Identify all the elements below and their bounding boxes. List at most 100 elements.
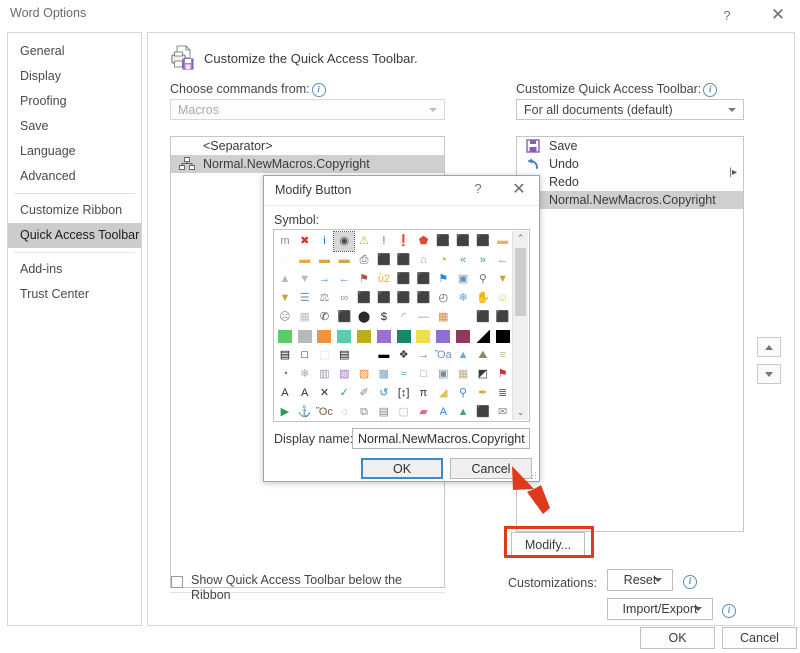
list-item[interactable]: <Separator> xyxy=(171,137,444,155)
symbol-cell[interactable]: ≣ xyxy=(493,384,513,403)
list-item[interactable]: Redo xyxy=(517,173,743,191)
sidebar-item-proofing[interactable]: Proofing xyxy=(8,89,141,114)
move-up-button[interactable] xyxy=(757,337,781,357)
list-item[interactable]: Undo xyxy=(517,155,743,173)
symbol-cell[interactable] xyxy=(354,327,374,346)
sidebar-item-advanced[interactable]: Advanced xyxy=(8,164,141,189)
symbol-cell[interactable]: ◉ xyxy=(334,232,354,251)
symbol-cell[interactable]: ≡ xyxy=(493,346,513,365)
symbol-cell[interactable]: ⬛ xyxy=(493,308,513,327)
symbol-cell[interactable]: ▨ xyxy=(354,365,374,384)
sidebar-item-save[interactable]: Save xyxy=(8,114,141,139)
symbol-cell[interactable]: « xyxy=(453,251,473,270)
symbol-cell[interactable]: □ xyxy=(354,346,374,365)
close-button[interactable]: ✕ xyxy=(758,0,798,30)
symbol-grid[interactable]: m✖i◉⚠!❗⬟⬛⬛⬛▬□▬▬▬⎙⬛⬛⌂◔«»←▲▼→←⚑ὑ2⬛⬛⚑▣⚲▼▼☰⚖… xyxy=(273,229,530,422)
symbol-cell[interactable]: ☺ xyxy=(493,289,513,308)
symbol-cell[interactable]: ὑ2 xyxy=(374,270,394,289)
symbol-cell[interactable]: ✕ xyxy=(315,384,335,403)
dialog-ok-button[interactable]: OK xyxy=(361,458,443,479)
symbol-cell[interactable]: ✆ xyxy=(315,308,335,327)
symbol-cell[interactable]: ⬛ xyxy=(473,308,493,327)
symbol-grid-cells[interactable]: m✖i◉⚠!❗⬟⬛⬛⬛▬□▬▬▬⎙⬛⬛⌂◔«»←▲▼→←⚑ὑ2⬛⬛⚑▣⚲▼▼☰⚖… xyxy=(275,232,513,422)
symbol-cell[interactable] xyxy=(295,327,315,346)
symbol-cell[interactable]: ⬛ xyxy=(414,270,434,289)
symbol-cell[interactable]: ⚠ xyxy=(354,232,374,251)
symbol-cell[interactable]: ▬ xyxy=(334,251,354,270)
symbol-cell[interactable]: ▼ xyxy=(493,270,513,289)
symbol-cell[interactable]: ▼ xyxy=(295,270,315,289)
ok-button[interactable]: OK xyxy=(640,627,715,649)
scroll-down-button[interactable]: ⌄ xyxy=(513,405,528,420)
symbol-cell[interactable]: π xyxy=(414,384,434,403)
choose-commands-combo[interactable]: Macros xyxy=(170,99,445,120)
symbol-cell[interactable]: ▩ xyxy=(374,365,394,384)
sidebar-item-trust-center[interactable]: Trust Center xyxy=(8,282,141,307)
symbol-cell[interactable]: ⚲ xyxy=(453,384,473,403)
symbol-cell[interactable]: ⚑ xyxy=(433,270,453,289)
symbol-cell[interactable]: ▦ xyxy=(433,308,453,327)
list-item[interactable]: Normal.NewMacros.Copyright xyxy=(171,155,444,173)
symbol-cell[interactable] xyxy=(315,327,335,346)
symbol-cell[interactable]: Ὄa xyxy=(433,346,453,365)
symbol-cell[interactable]: ⛰ xyxy=(473,346,493,365)
symbol-cell[interactable]: ▦ xyxy=(453,365,473,384)
symbol-cell[interactable]: ⬛ xyxy=(374,289,394,308)
symbol-cell[interactable] xyxy=(394,327,414,346)
symbol-cell[interactable]: ⬛ xyxy=(394,270,414,289)
symbol-cell[interactable]: ▬ xyxy=(315,251,335,270)
sidebar-item-customize-ribbon[interactable]: Customize Ribbon xyxy=(8,198,141,223)
symbol-cell[interactable]: ⬛ xyxy=(473,232,493,251)
symbol-cell[interactable]: ✉ xyxy=(493,403,513,422)
symbol-cell[interactable]: ↺ xyxy=(374,384,394,403)
symbol-cell[interactable]: ◔ xyxy=(275,365,295,384)
symbol-cell[interactable]: ⬟ xyxy=(414,232,434,251)
list-item[interactable]: Normal.NewMacros.Copyright xyxy=(517,191,743,209)
info-icon-reset[interactable]: i xyxy=(683,575,697,589)
symbol-cell[interactable]: ⬛ xyxy=(473,403,493,422)
symbol-cell[interactable]: ▲ xyxy=(453,346,473,365)
info-icon-right[interactable]: i xyxy=(703,83,717,97)
symbol-cell[interactable]: ▢ xyxy=(394,403,414,422)
customize-qat-combo[interactable]: For all documents (default) xyxy=(516,99,744,120)
resize-grip[interactable] xyxy=(529,472,537,480)
symbol-cell[interactable]: ◌ xyxy=(334,403,354,422)
symbol-cell[interactable]: ◢ xyxy=(433,384,453,403)
info-icon-left[interactable]: i xyxy=(312,83,326,97)
symbol-cell[interactable]: ▲ xyxy=(453,403,473,422)
scrollbar-thumb[interactable] xyxy=(515,248,526,316)
symbol-cell[interactable]: ✒ xyxy=(473,384,493,403)
symbol-cell[interactable]: ❄ xyxy=(453,289,473,308)
symbol-cell[interactable]: A xyxy=(295,384,315,403)
symbol-cell[interactable] xyxy=(275,327,295,346)
symbol-cell[interactable]: □ xyxy=(295,346,315,365)
symbol-cell[interactable]: i xyxy=(315,232,335,251)
qat-commands-list[interactable]: Save Undo Redo xyxy=(516,136,744,532)
symbol-cell[interactable]: ▬ xyxy=(493,232,513,251)
symbol-cell[interactable]: ⬛ xyxy=(354,289,374,308)
symbol-cell[interactable] xyxy=(414,327,434,346)
display-name-input[interactable]: Normal.NewMacros.Copyright xyxy=(352,428,530,449)
symbol-cell[interactable]: ▥ xyxy=(315,365,335,384)
info-icon-import-export[interactable]: i xyxy=(722,604,736,618)
symbol-cell[interactable]: ⚑ xyxy=(493,365,513,384)
move-down-button[interactable] xyxy=(757,364,781,384)
symbol-cell[interactable]: ⚑ xyxy=(354,270,374,289)
import-export-button[interactable]: Import/Export xyxy=(607,598,713,620)
symbol-cell[interactable]: ⬛ xyxy=(453,232,473,251)
symbol-cell[interactable]: ⚖ xyxy=(315,289,335,308)
show-qat-below-ribbon-checkbox[interactable] xyxy=(171,576,183,588)
symbol-cell[interactable]: [↕] xyxy=(394,384,414,403)
symbol-cell[interactable]: ◴ xyxy=(433,289,453,308)
sidebar-item-quick-access-toolbar[interactable]: Quick Access Toolbar xyxy=(8,223,141,248)
symbol-cell[interactable] xyxy=(433,327,453,346)
symbol-cell[interactable]: ▬ xyxy=(295,251,315,270)
symbol-cell[interactable]: ⧉ xyxy=(354,403,374,422)
symbol-cell[interactable]: □ xyxy=(453,308,473,327)
sidebar-item-language[interactable]: Language xyxy=(8,139,141,164)
symbol-cell[interactable]: ← xyxy=(334,270,354,289)
symbol-cell[interactable]: » xyxy=(473,251,493,270)
symbol-cell[interactable]: ⬛ xyxy=(433,232,453,251)
symbol-cell[interactable]: ! xyxy=(374,232,394,251)
symbol-cell[interactable]: Ὃc xyxy=(315,403,335,422)
